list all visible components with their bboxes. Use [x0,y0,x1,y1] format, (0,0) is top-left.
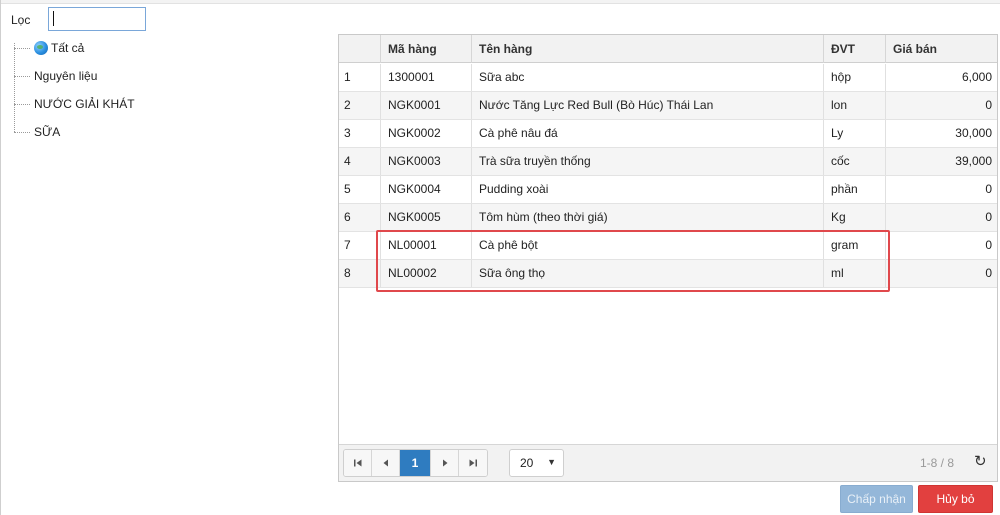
cell-price: 0 [885,204,997,231]
cell-price: 39,000 [885,148,997,175]
cell-unit: cốc [823,148,885,175]
filter-label: Lọc [11,13,31,27]
cell-index: 1 [344,70,351,84]
column-header-unit[interactable]: ĐVT [823,35,885,63]
cell-index: 8 [344,266,351,280]
cell-code: NGK0003 [380,148,471,175]
cell-price: 6,000 [885,64,997,91]
cell-code: NL00002 [380,260,471,287]
cell-unit: Ly [823,120,885,147]
column-header-index[interactable] [339,35,380,63]
table-row[interactable]: 4 NGK0003 Trà sữa truyền thống cốc 39,00… [339,148,997,176]
cell-unit: ml [823,260,885,287]
tree-item-label: Tất cả [51,41,85,55]
accept-button[interactable]: Chấp nhận [840,485,913,513]
chevron-down-icon: ▼ [547,457,556,467]
cell-index: 2 [344,98,351,112]
column-header-price[interactable]: Giá bán [885,35,997,63]
refresh-icon[interactable]: ↻ [974,454,987,470]
tree-item-label: SỮA [34,125,61,139]
cell-unit: Kg [823,204,885,231]
cell-name: Sữa abc [471,64,823,91]
cell-code: NGK0004 [380,176,471,203]
cell-name: Pudding xoài [471,176,823,203]
cell-index: 4 [344,154,351,168]
cell-unit: gram [823,232,885,259]
tree-item-soft-drinks[interactable]: NƯỚC GIẢI KHÁT [14,94,135,114]
column-header-name[interactable]: Tên hàng [471,35,823,63]
grid-body: 1 1300001 Sữa abc hộp 6,000 2 NGK0001 Nư… [339,64,997,288]
table-row[interactable]: 2 NGK0001 Nước Tăng Lực Red Bull (Bò Húc… [339,92,997,120]
table-row[interactable]: 8 NL00002 Sữa ông thọ ml 0 [339,260,997,288]
cell-code: 1300001 [380,64,471,91]
cell-name: Cà phê bột [471,232,823,259]
table-row[interactable]: 1 1300001 Sữa abc hộp 6,000 [339,64,997,92]
tree-item-all[interactable]: Tất cả [14,38,84,58]
tree-item-label: Nguyên liệu [34,69,98,83]
grid-pager: 1 20 ▼ 1-8 / 8 ↻ [339,444,997,481]
current-page-button[interactable]: 1 [400,450,431,476]
table-row[interactable]: 3 NGK0002 Cà phê nâu đá Ly 30,000 [339,120,997,148]
cell-code: NGK0001 [380,92,471,119]
window-top-edge [0,0,1000,4]
cell-index: 7 [344,238,351,252]
tree-item-ingredients[interactable]: Nguyên liệu [14,66,97,86]
last-page-icon[interactable] [459,450,487,476]
cell-price: 0 [885,260,997,287]
cell-price: 0 [885,92,997,119]
text-caret [53,11,54,26]
cell-code: NL00001 [380,232,471,259]
table-row[interactable]: 6 NGK0005 Tôm hùm (theo thời giá) Kg 0 [339,204,997,232]
table-row[interactable]: 5 NGK0004 Pudding xoài phần 0 [339,176,997,204]
page-size-select[interactable]: 20 ▼ [509,449,564,477]
next-page-icon[interactable] [431,450,459,476]
column-header-code[interactable]: Mã hàng [380,35,471,63]
table-row[interactable]: 7 NL00001 Cà phê bột gram 0 [339,232,997,260]
cell-name: Trà sữa truyền thống [471,148,823,175]
cell-price: 0 [885,176,997,203]
cell-name: Cà phê nâu đá [471,120,823,147]
cell-unit: phần [823,176,885,203]
cell-unit: hộp [823,64,885,91]
cell-unit: lon [823,92,885,119]
cancel-button[interactable]: Hủy bỏ [918,485,993,513]
tree-item-label: NƯỚC GIẢI KHÁT [34,97,135,111]
pager-buttons: 1 [343,449,488,477]
prev-page-icon[interactable] [372,450,400,476]
cell-name: Nước Tăng Lực Red Bull (Bò Húc) Thái Lan [471,92,823,119]
cell-code: NGK0005 [380,204,471,231]
cell-index: 6 [344,210,351,224]
cell-index: 5 [344,182,351,196]
cell-price: 0 [885,232,997,259]
page-size-value: 20 [520,456,534,470]
globe-icon [34,41,48,55]
first-page-icon[interactable] [344,450,372,476]
filter-input[interactable] [48,7,146,31]
product-grid: Mã hàng Tên hàng ĐVT Giá bán 1 1300001 S… [338,34,998,482]
pager-info: 1-8 / 8 [920,456,955,470]
cell-name: Sữa ông thọ [471,260,823,287]
category-tree: Tất cả Nguyên liệu NƯỚC GIẢI KHÁT SỮA [0,35,320,155]
cell-index: 3 [344,126,351,140]
cell-name: Tôm hùm (theo thời giá) [471,204,823,231]
cell-price: 30,000 [885,120,997,147]
cell-code: NGK0002 [380,120,471,147]
grid-header: Mã hàng Tên hàng ĐVT Giá bán [339,35,997,63]
tree-item-milk[interactable]: SỮA [14,122,60,142]
